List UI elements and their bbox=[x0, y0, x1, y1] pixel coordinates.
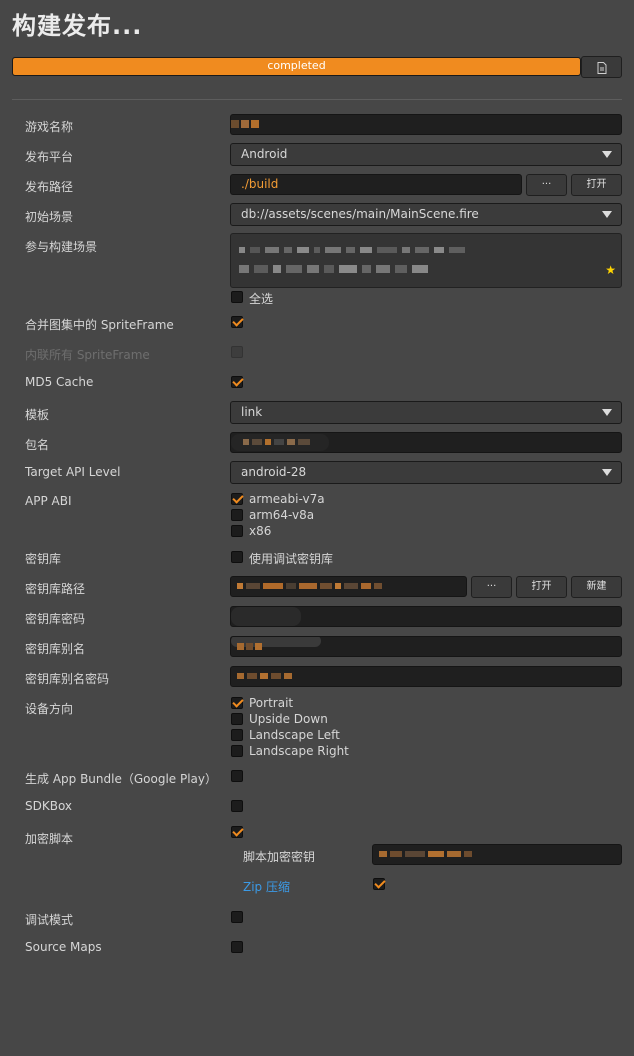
app-bundle-checkbox[interactable] bbox=[231, 770, 243, 782]
keystore-alias-password-input[interactable] bbox=[230, 666, 622, 687]
source-maps-checkbox[interactable] bbox=[231, 941, 243, 953]
open-build-path-button[interactable]: 打开 bbox=[571, 174, 622, 196]
abi-x86-label: x86 bbox=[249, 524, 272, 538]
template-value: link bbox=[241, 405, 263, 419]
md5-cache-checkbox[interactable] bbox=[231, 376, 243, 388]
build-path-input[interactable]: ./build bbox=[230, 174, 522, 195]
zip-compress-checkbox[interactable] bbox=[373, 878, 385, 890]
inline-spriteframe-label: 内联所有 SpriteFrame bbox=[25, 348, 150, 362]
abi-arm64-v8a-checkbox[interactable] bbox=[231, 509, 243, 521]
keystore-alias-label: 密钥库别名 bbox=[25, 642, 86, 656]
select-all-label: 全选 bbox=[249, 292, 274, 306]
app-bundle-label: 生成 App Bundle（Google Play） bbox=[25, 772, 218, 786]
encrypt-key-label: 脚本加密密钥 bbox=[243, 850, 316, 864]
orientation-portrait-label: Portrait bbox=[249, 696, 294, 710]
start-scene-value: db://assets/scenes/main/MainScene.fire bbox=[241, 207, 479, 221]
redacted-text bbox=[237, 583, 382, 589]
keystore-alias-input[interactable] bbox=[230, 636, 622, 657]
new-keystore-button[interactable]: 新建 bbox=[571, 576, 622, 598]
use-debug-keystore-checkbox[interactable] bbox=[231, 551, 243, 563]
target-api-label: Target API Level bbox=[25, 465, 121, 479]
debug-mode-checkbox[interactable] bbox=[231, 911, 243, 923]
build-progress-bar: completed bbox=[12, 57, 581, 76]
use-debug-keystore-label: 使用调试密钥库 bbox=[249, 552, 334, 566]
keystore-label: 密钥库 bbox=[25, 552, 62, 566]
platform-select[interactable]: Android bbox=[230, 143, 622, 166]
inline-spriteframe-checkbox[interactable] bbox=[231, 346, 243, 358]
orientation-landscape-right-checkbox[interactable] bbox=[231, 745, 243, 757]
open-keystore-button[interactable]: 打开 bbox=[516, 576, 567, 598]
debug-mode-label: 调试模式 bbox=[25, 913, 74, 927]
game-name-input[interactable] bbox=[230, 114, 622, 135]
start-scene-label: 初始场景 bbox=[25, 210, 74, 224]
keystore-path-label: 密钥库路径 bbox=[25, 582, 86, 596]
redacted-text bbox=[237, 673, 292, 679]
keystore-alias-password-label: 密钥库别名密码 bbox=[25, 672, 110, 686]
encrypt-key-input[interactable] bbox=[372, 844, 622, 865]
start-scene-select[interactable]: db://assets/scenes/main/MainScene.fire bbox=[230, 203, 622, 226]
keystore-path-input[interactable] bbox=[230, 576, 467, 597]
chevron-down-icon bbox=[602, 469, 612, 476]
abi-x86-checkbox[interactable] bbox=[231, 525, 243, 537]
merge-spriteframe-label: 合并图集中的 SpriteFrame bbox=[25, 318, 174, 332]
document-icon bbox=[597, 62, 606, 74]
encrypt-js-label: 加密脚本 bbox=[25, 832, 74, 846]
template-label: 模板 bbox=[25, 408, 50, 422]
redacted-text bbox=[237, 643, 262, 650]
orientation-upside-down-checkbox[interactable] bbox=[231, 713, 243, 725]
orientation-landscape-right-label: Landscape Right bbox=[249, 744, 349, 758]
package-name-label: 包名 bbox=[25, 438, 50, 452]
orientation-label: 设备方向 bbox=[25, 702, 74, 716]
keystore-password-input[interactable] bbox=[230, 606, 622, 627]
merge-spriteframe-checkbox[interactable] bbox=[231, 316, 243, 328]
browse-build-path-button[interactable]: ··· bbox=[526, 174, 567, 196]
encrypt-js-checkbox[interactable] bbox=[231, 826, 243, 838]
orientation-landscape-left-checkbox[interactable] bbox=[231, 729, 243, 741]
package-name-input[interactable] bbox=[230, 432, 622, 453]
chevron-down-icon bbox=[602, 409, 612, 416]
game-name-label: 游戏名称 bbox=[25, 120, 74, 134]
build-path-label: 发布路径 bbox=[25, 180, 74, 194]
platform-value: Android bbox=[241, 147, 288, 161]
redacted-text bbox=[243, 439, 310, 445]
target-api-value: android-28 bbox=[241, 465, 307, 479]
app-abi-label: APP ABI bbox=[25, 494, 72, 508]
header-divider bbox=[12, 99, 622, 100]
template-select[interactable]: link bbox=[230, 401, 622, 424]
progress-status: completed bbox=[267, 59, 326, 72]
abi-armeabi-v7a-checkbox[interactable] bbox=[231, 493, 243, 505]
source-maps-label: Source Maps bbox=[25, 940, 102, 954]
window-title: 构建发布... bbox=[12, 12, 143, 40]
target-api-select[interactable]: android-28 bbox=[230, 461, 622, 484]
orientation-portrait-checkbox[interactable] bbox=[231, 697, 243, 709]
open-log-button[interactable] bbox=[581, 56, 622, 78]
chevron-down-icon bbox=[602, 211, 612, 218]
select-all-checkbox[interactable] bbox=[231, 291, 243, 303]
redacted-text bbox=[239, 265, 428, 273]
redacted-text bbox=[379, 851, 472, 857]
abi-armeabi-v7a-label: armeabi-v7a bbox=[249, 492, 325, 506]
redacted-text bbox=[231, 120, 259, 128]
abi-arm64-v8a-label: arm64-v8a bbox=[249, 508, 315, 522]
redacted-text bbox=[239, 247, 465, 253]
build-scenes-list[interactable]: ★ bbox=[230, 233, 622, 288]
orientation-upside-down-label: Upside Down bbox=[249, 712, 328, 726]
keystore-password-label: 密钥库密码 bbox=[25, 612, 86, 626]
star-icon[interactable]: ★ bbox=[605, 263, 616, 277]
sdkbox-label: SDKBox bbox=[25, 799, 73, 813]
chevron-down-icon bbox=[602, 151, 612, 158]
sdkbox-checkbox[interactable] bbox=[231, 800, 243, 812]
orientation-landscape-left-label: Landscape Left bbox=[249, 728, 340, 742]
build-scenes-label: 参与构建场景 bbox=[25, 240, 98, 254]
md5-cache-label: MD5 Cache bbox=[25, 375, 94, 389]
zip-compress-label: Zip 压缩 bbox=[243, 880, 290, 894]
platform-label: 发布平台 bbox=[25, 150, 74, 164]
browse-keystore-button[interactable]: ··· bbox=[471, 576, 512, 598]
